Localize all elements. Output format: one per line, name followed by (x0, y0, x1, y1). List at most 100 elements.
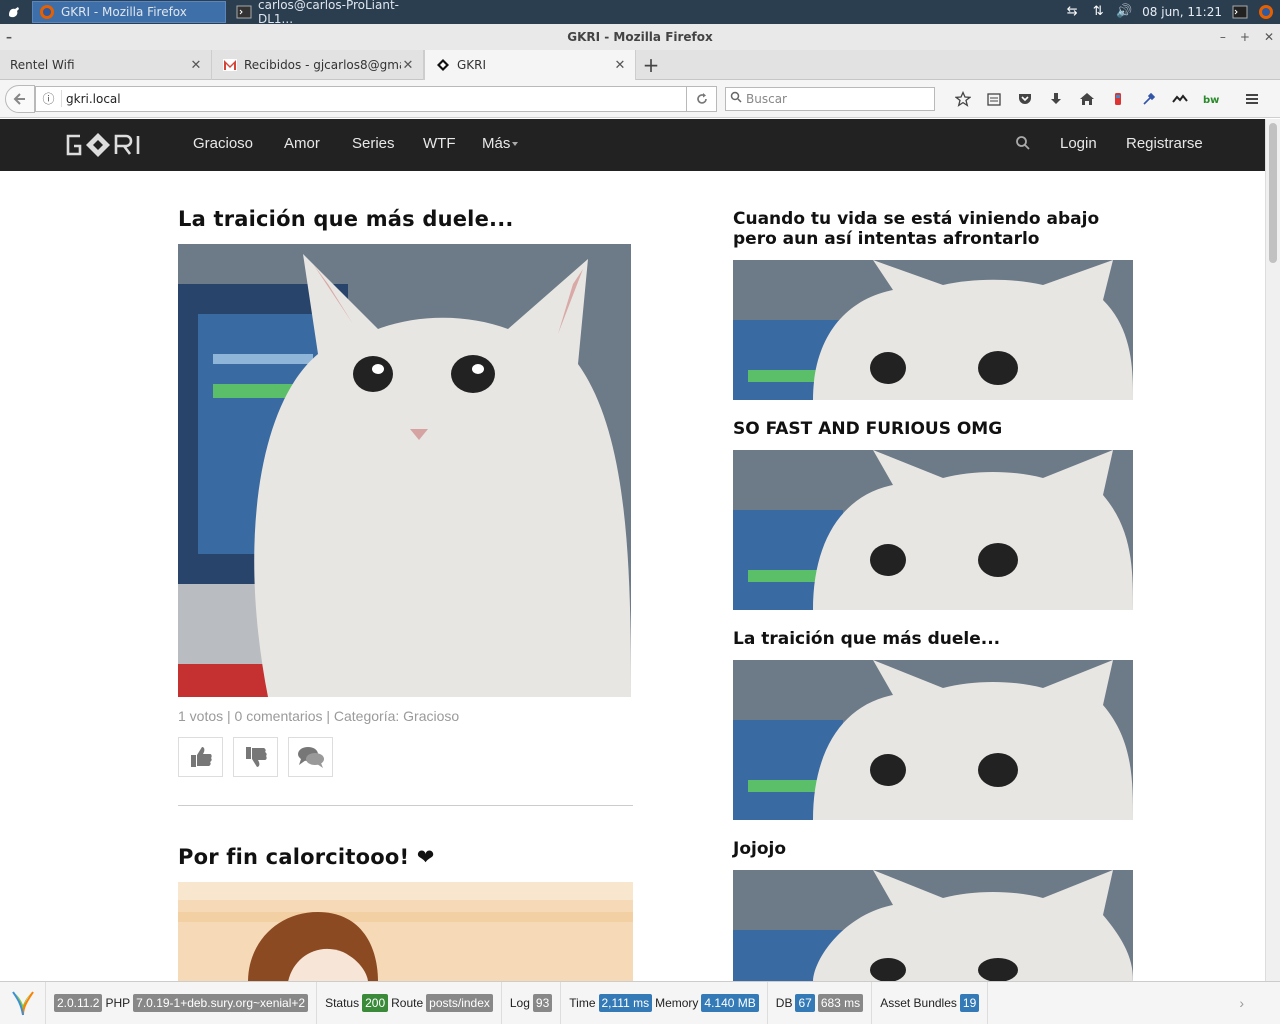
reading-list-icon[interactable] (978, 86, 1009, 112)
scrollbar-thumb[interactable] (1269, 123, 1277, 263)
tab-label: Rentel Wifi (10, 58, 75, 72)
pocket-icon[interactable] (1009, 86, 1040, 112)
gkri-favicon-icon (435, 57, 451, 73)
chevron-down-icon (512, 142, 519, 147)
terminal-launcher-icon[interactable] (1232, 4, 1248, 20)
memory-label: Memory (655, 996, 699, 1010)
chevron-right-icon[interactable]: › (1239, 995, 1244, 1011)
debug-block-profiling[interactable]: Time 2,111 ms Memory 4.140 MB (561, 982, 768, 1024)
main-post-title[interactable]: La traición que más duele... (178, 207, 514, 231)
db-time-badge: 683 ms (817, 994, 864, 1012)
yii-debug-toolbar: 2.0.11.2 PHP 7.0.19-1+deb.sury.org~xenia… (0, 981, 1280, 1024)
search-icon (726, 91, 746, 106)
debug-block-log[interactable]: Log 93 (502, 982, 562, 1024)
download-icon[interactable] (1040, 86, 1071, 112)
nav-gracioso[interactable]: Gracioso (193, 135, 253, 152)
debug-block-db[interactable]: DB 67 683 ms (768, 982, 873, 1024)
debug-block-request[interactable]: Status 200 Route posts/index (317, 982, 502, 1024)
site-info-icon[interactable]: ⓘ (36, 90, 62, 107)
search-placeholder: Buscar (746, 91, 787, 106)
main-post-title[interactable]: Por fin calorcitooo! ❤ (178, 845, 435, 869)
php-label: PHP (105, 996, 131, 1010)
clock[interactable]: 08 jun, 11:21 (1142, 5, 1222, 19)
sidebar-post-title[interactable]: Cuando tu vida se está viniendo abajo pe… (733, 209, 1133, 249)
extension-wave-icon[interactable] (1164, 86, 1195, 112)
site-search-icon[interactable] (1015, 135, 1031, 155)
extension-battery-icon[interactable] (1102, 86, 1133, 112)
hamburger-menu-icon[interactable] (1236, 86, 1267, 112)
nav-mas-dropdown[interactable]: Más (482, 135, 519, 152)
navigation-toolbar: ⓘ gkri.local Buscar bw (0, 80, 1280, 118)
memory-badge: 4.140 MB (701, 994, 759, 1012)
nav-wtf[interactable]: WTF (423, 135, 455, 152)
debug-block-config[interactable]: 2.0.11.2 PHP 7.0.19-1+deb.sury.org~xenia… (46, 982, 318, 1024)
debug-block-assets[interactable]: Asset Bundles 19 (872, 982, 989, 1024)
register-link[interactable]: Registrarse (1126, 135, 1203, 152)
php-version-label: 7.0.19-1+deb.sury.org~xenial+2 (133, 994, 309, 1012)
os-panel: GKRI - Mozilla Firefox carlos@carlos-Pro… (0, 0, 1280, 26)
tab-gmail[interactable]: Recibidos - gjcarlos8@gmai ✕ (212, 50, 424, 80)
site-header: Gracioso Amor Series WTF Más Login Regis… (0, 119, 1265, 171)
close-tab-icon[interactable]: ✕ (613, 58, 627, 73)
back-button[interactable] (5, 84, 35, 113)
sidebar-post-title[interactable]: La traición que más duele... (733, 629, 1133, 649)
gmail-icon (222, 57, 238, 73)
os-menu-button[interactable] (0, 0, 28, 24)
window-title: GKRI - Mozilla Firefox (567, 30, 713, 44)
home-icon[interactable] (1071, 86, 1102, 112)
gkri-logo[interactable] (64, 131, 164, 159)
window-menu-icon[interactable]: – (6, 24, 12, 50)
firefox-launcher-icon[interactable] (1258, 4, 1274, 20)
close-window-button[interactable]: ✕ (1264, 24, 1274, 50)
sidebar-cat-image[interactable] (733, 660, 1133, 820)
maximize-button[interactable]: + (1240, 24, 1250, 50)
post-divider (178, 805, 633, 806)
search-bar[interactable]: Buscar (725, 86, 935, 111)
reload-button[interactable] (687, 85, 717, 112)
volume-icon[interactable]: 🔊 (1116, 4, 1132, 20)
sidebar-cat-image[interactable] (733, 260, 1133, 400)
extension-eyedropper-icon[interactable] (1133, 86, 1164, 112)
status-label: Status (325, 996, 360, 1010)
extension-bw-icon[interactable]: bw (1195, 86, 1226, 112)
sidebar-post-title[interactable]: Jojojo (733, 839, 1133, 859)
comments-button[interactable] (288, 737, 333, 777)
bookmark-star-icon[interactable] (947, 86, 978, 112)
db-queries-badge: 67 (795, 994, 815, 1012)
network-transfer-icon[interactable]: ⇅ (1090, 4, 1106, 20)
tab-strip: Rentel Wifi ✕ Recibidos - gjcarlos8@gmai… (0, 50, 1280, 80)
window-titlebar: – GKRI - Mozilla Firefox – + ✕ (0, 24, 1280, 50)
back-arrow-icon (13, 92, 25, 105)
taskbar-item-terminal[interactable]: carlos@carlos-ProLiant-DL1... (230, 0, 430, 26)
tab-gkri[interactable]: GKRI ✕ (424, 50, 636, 80)
yii-logo-icon[interactable] (0, 982, 46, 1024)
network-wired-icon[interactable]: ⇆ (1064, 4, 1080, 20)
post-meta: 1 votos | 0 comentarios | Categoría: Gra… (178, 708, 460, 724)
new-tab-button[interactable]: + (636, 50, 666, 80)
route-badge: posts/index (426, 994, 493, 1012)
page-viewport: Gracioso Amor Series WTF Más Login Regis… (0, 119, 1265, 981)
anime-girl-image[interactable] (178, 882, 633, 981)
page-scrollbar[interactable] (1265, 119, 1280, 981)
close-tab-icon[interactable]: ✕ (189, 58, 203, 73)
sidebar-cat-image[interactable] (733, 450, 1133, 610)
like-button[interactable] (178, 737, 223, 777)
comments-icon (297, 747, 324, 768)
yii-version-label: 2.0.11.2 (54, 994, 103, 1012)
url-text[interactable]: gkri.local (62, 92, 686, 106)
minimize-button[interactable]: – (1220, 24, 1226, 50)
sidebar-post-title[interactable]: SO FAST AND FURIOUS OMG (733, 419, 1133, 439)
reload-icon (696, 92, 707, 104)
time-badge: 2,111 ms (598, 994, 653, 1012)
url-bar[interactable]: ⓘ gkri.local (35, 85, 687, 112)
login-link[interactable]: Login (1060, 135, 1097, 152)
nav-amor[interactable]: Amor (284, 135, 320, 152)
sidebar-cat-image[interactable] (733, 870, 1133, 981)
close-tab-icon[interactable]: ✕ (401, 58, 415, 73)
dislike-button[interactable] (233, 737, 278, 777)
firefox-icon (39, 4, 55, 20)
crying-cat-image[interactable] (178, 244, 631, 697)
tab-rentel-wifi[interactable]: Rentel Wifi ✕ (0, 50, 212, 80)
taskbar-item-firefox[interactable]: GKRI - Mozilla Firefox (32, 1, 226, 23)
nav-series[interactable]: Series (352, 135, 395, 152)
